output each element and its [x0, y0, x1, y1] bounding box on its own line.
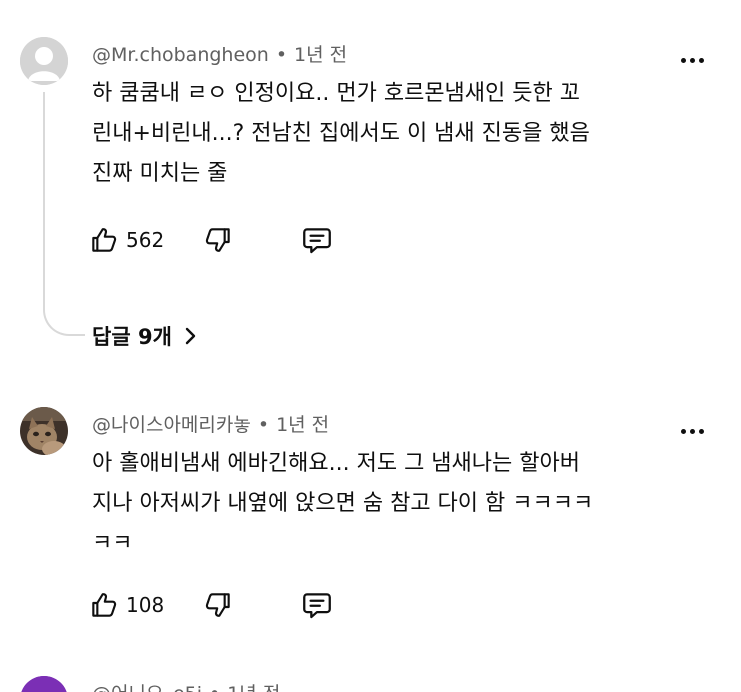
author-name[interactable]: @나이스아메리카놓 — [92, 414, 251, 436]
dislike-button[interactable] — [202, 585, 234, 625]
avatar[interactable] — [20, 676, 68, 692]
thread-connector-line — [43, 92, 85, 336]
meta-separator: • — [257, 414, 270, 436]
comment-meta: @어니오_e5i • 1년 전 — [92, 679, 280, 692]
comment-line: 지나 아저씨가 내옆에 앉으면 숨 참고 다이 함 ㅋㅋㅋㅋ — [92, 491, 594, 516]
comment-reply-icon — [303, 228, 331, 254]
comment-meta: @나이스아메리카놓 • 1년 전 — [92, 410, 329, 437]
comment-line: 하 쿰쿰내 ㄹㅇ 인정이요.. 먼가 호르몬냄새인 듯한 꼬 — [92, 81, 580, 106]
thumbs-up-icon — [92, 593, 117, 617]
thumbs-down-icon — [205, 228, 230, 252]
comment-line: 린내+비린내...? 전남친 집에서도 이 냄새 진동을 했음 — [92, 121, 590, 146]
comment-text: 아 홀애비냄새 에바긴해요... 저도 그 냄새나는 할아버 지나 아저씨가 내… — [92, 444, 702, 564]
dislike-button[interactable] — [202, 220, 234, 260]
comment-meta: @Mr.chobangheon • 1년 전 — [92, 40, 347, 67]
author-name[interactable]: @Mr.chobangheon — [92, 44, 269, 66]
view-replies-button[interactable]: 답글 9개 — [92, 318, 198, 354]
comment-time[interactable]: 1년 전 — [294, 44, 347, 66]
more-options-button[interactable] — [680, 47, 706, 73]
author-name[interactable]: @어니오_e5i — [92, 683, 202, 692]
thumbs-up-icon — [92, 228, 117, 252]
comment-time[interactable]: 1년 전 — [227, 683, 280, 692]
avatar[interactable] — [20, 407, 68, 455]
comment-line: 아 홀애비냄새 에바긴해요... 저도 그 냄새나는 할아버 — [92, 451, 580, 476]
meta-separator: • — [209, 683, 220, 692]
more-options-button[interactable] — [680, 418, 706, 444]
like-count: 108 — [126, 593, 165, 617]
avatar[interactable] — [20, 37, 68, 85]
comment-time[interactable]: 1년 전 — [276, 414, 329, 436]
thumbs-down-icon — [205, 593, 230, 617]
like-button[interactable]: 108 — [88, 585, 164, 625]
letter-avatar-icon — [20, 676, 68, 692]
like-count: 562 — [126, 228, 165, 252]
chevron-right-icon — [185, 327, 196, 345]
comment-text: 하 쿰쿰내 ㄹㅇ 인정이요.. 먼가 호르몬냄새인 듯한 꼬 린내+비린내...… — [92, 74, 702, 194]
comment-line: ㅋㅋ — [92, 531, 133, 556]
like-button[interactable]: 562 — [88, 220, 164, 260]
replies-label: 답글 9개 — [92, 325, 172, 349]
reply-button[interactable] — [300, 220, 334, 260]
comment-line: 진짜 미치는 줄 — [92, 161, 228, 186]
default-profile-icon — [20, 37, 68, 85]
more-options-icon — [681, 429, 686, 434]
meta-separator: • — [275, 44, 288, 66]
cat-photo-icon — [20, 407, 68, 455]
more-options-icon — [681, 58, 686, 63]
reply-button[interactable] — [300, 585, 334, 625]
comment-reply-icon — [303, 593, 331, 619]
